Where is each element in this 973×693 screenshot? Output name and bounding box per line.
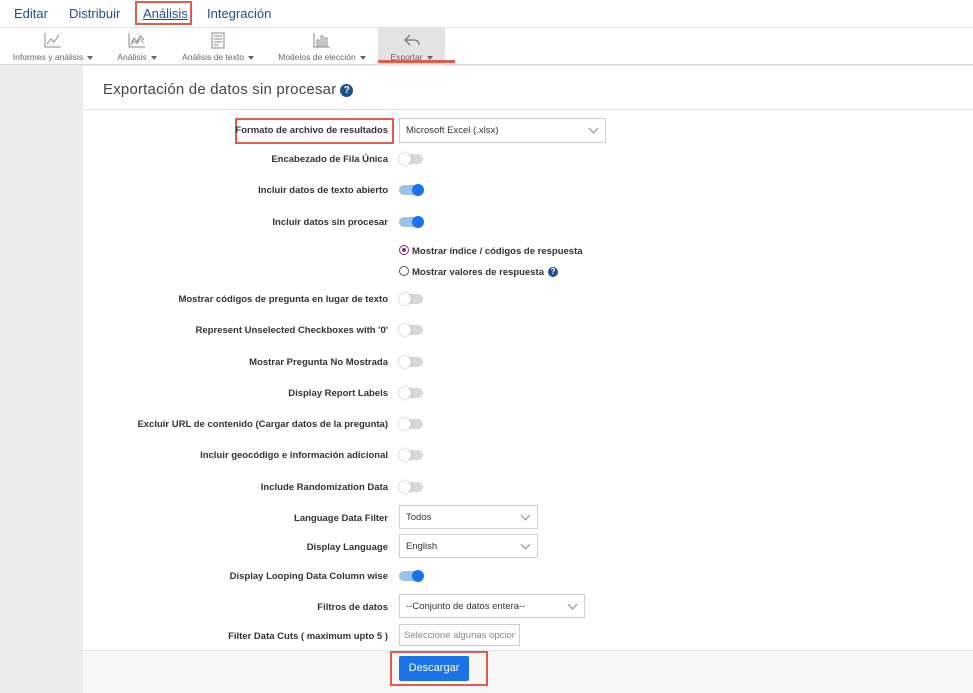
randomization-label: Include Randomization Data xyxy=(260,482,388,493)
tool-informes[interactable]: Informes y análisis xyxy=(8,28,98,65)
radio-codes[interactable]: Mostrar índice / códigos de respuesta xyxy=(399,245,583,257)
chevron-down-icon xyxy=(520,510,531,521)
raw-data-label: Incluir datos sin procesar xyxy=(272,217,388,228)
raw-data-toggle[interactable] xyxy=(399,216,424,228)
question-codes-toggle[interactable] xyxy=(399,293,423,305)
display-language-label: Display Language xyxy=(306,542,388,553)
exclude-url-label: Excluir URL de contenido (Cargar datos d… xyxy=(137,419,388,430)
caret-down-icon xyxy=(87,55,94,60)
caret-down-icon xyxy=(359,55,366,60)
radio-codes-button[interactable] xyxy=(399,245,409,255)
data-filters-label: Filtros de datos xyxy=(317,602,388,613)
tool-analisis[interactable]: Análisis xyxy=(112,28,162,65)
help-icon[interactable]: ? xyxy=(548,267,559,278)
not-shown-label: Mostrar Pregunta No Mostrada xyxy=(249,357,388,368)
display-language-select[interactable]: English xyxy=(399,534,538,558)
area-chart-icon xyxy=(128,33,145,48)
analysis-toolbar: Informes y análisis Análisis Análisis de… xyxy=(0,27,973,65)
line-chart-icon xyxy=(44,33,61,48)
open-text-label: Incluir datos de texto abierto xyxy=(258,185,388,196)
display-language-value: English xyxy=(406,541,438,552)
unselected-checkboxes-label: Represent Unselected Checkboxes with '0' xyxy=(195,325,388,336)
exclude-url-toggle[interactable] xyxy=(399,418,423,430)
document-icon xyxy=(211,32,225,49)
single-row-header-label: Encabezado de Fila Única xyxy=(271,154,388,165)
data-cuts-label: Filter Data Cuts ( maximum upto 5 ) xyxy=(228,631,388,642)
tool-analisis-texto-label: Análisis de texto xyxy=(182,52,244,62)
page-title-text: Exportación de datos sin procesar xyxy=(103,81,337,98)
chevron-down-icon xyxy=(520,539,531,550)
radio-values-button[interactable] xyxy=(399,266,409,276)
tool-modelos[interactable]: Modelos de elección xyxy=(274,28,370,65)
data-filters-select[interactable]: --Conjunto de datos entera-- xyxy=(399,594,585,618)
randomization-toggle[interactable] xyxy=(399,481,423,493)
undo-arrow-icon xyxy=(403,34,420,46)
geocode-toggle[interactable] xyxy=(399,449,423,461)
not-shown-toggle[interactable] xyxy=(399,356,423,368)
question-codes-label: Mostrar códigos de pregunta en lugar de … xyxy=(178,294,388,305)
data-cuts-input[interactable]: Seleccione algunas opcior xyxy=(399,624,520,646)
tool-analisis-label: Análisis xyxy=(117,52,147,62)
looping-toggle[interactable] xyxy=(399,570,424,582)
action-bar xyxy=(83,650,973,693)
open-text-toggle[interactable] xyxy=(399,184,424,196)
radio-codes-label: Mostrar índice / códigos de respuesta xyxy=(412,246,583,257)
report-labels-toggle[interactable] xyxy=(399,387,423,399)
chevron-down-icon xyxy=(567,599,578,610)
help-icon[interactable]: ? xyxy=(340,83,354,97)
nav-analisis-highlight xyxy=(135,1,192,25)
report-labels-label: Display Report Labels xyxy=(288,388,388,399)
file-format-value: Microsoft Excel (.xlsx) xyxy=(406,125,499,136)
single-row-header-toggle[interactable] xyxy=(399,153,423,165)
download-button[interactable]: Descargar xyxy=(399,656,469,681)
file-format-label: Formato de archivo de resultados xyxy=(235,125,388,136)
nav-editar[interactable]: Editar xyxy=(14,6,48,21)
geocode-label: Incluir geocódigo e información adiciona… xyxy=(200,450,388,461)
page-title: Exportación de datos sin procesar? xyxy=(103,81,354,98)
file-format-select[interactable]: Microsoft Excel (.xlsx) xyxy=(399,118,606,143)
nav-distribuir[interactable]: Distribuir xyxy=(69,6,120,21)
chevron-down-icon xyxy=(588,123,599,134)
language-filter-value: Todos xyxy=(406,512,432,523)
unselected-checkboxes-toggle[interactable] xyxy=(399,324,423,336)
tool-analisis-texto[interactable]: Análisis de texto xyxy=(178,28,258,65)
data-filters-value: --Conjunto de datos entera-- xyxy=(406,601,526,612)
nav-integracion[interactable]: Integración xyxy=(207,6,271,21)
bar-chart-icon xyxy=(313,33,330,48)
radio-values-label: Mostrar valores de respuesta xyxy=(412,267,545,278)
tool-modelos-label: Modelos de elección xyxy=(278,52,356,62)
looping-label: Display Looping Data Column wise xyxy=(229,571,388,582)
tool-informes-label: Informes y análisis xyxy=(12,52,84,62)
radio-values[interactable]: Mostrar valores de respuesta? xyxy=(399,266,559,278)
caret-down-icon xyxy=(247,55,254,60)
divider xyxy=(83,109,973,110)
export-tab-highlight xyxy=(378,60,455,63)
language-filter-label: Language Data Filter xyxy=(294,513,388,524)
caret-down-icon xyxy=(150,55,157,60)
export-panel: Exportación de datos sin procesar? Forma… xyxy=(83,66,973,693)
language-filter-select[interactable]: Todos xyxy=(399,505,538,529)
